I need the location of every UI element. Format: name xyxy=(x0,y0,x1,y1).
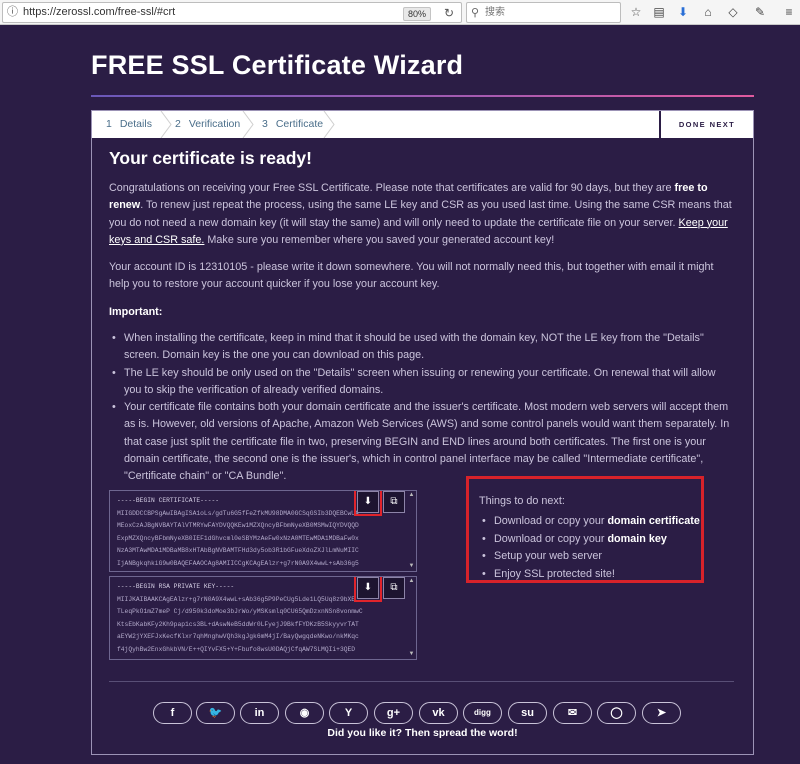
intro-paragraph: Congratulations on receiving your Free S… xyxy=(109,180,734,249)
scroll-down-icon[interactable]: ▼ xyxy=(408,563,415,570)
list-item: Download or copy your domain certificate xyxy=(479,513,700,531)
certificate-line: NzA3MTAwMDA1MDBaMB8xHTAbBgNVBAMTFHd3dy5o… xyxy=(117,547,359,555)
stumbleupon-share-button[interactable]: su xyxy=(508,702,547,724)
key-line: KtsEbKabKFy2Kh9pap1cs3BL+dAswNeB5ddWr0LF… xyxy=(117,620,359,628)
reddit-share-button[interactable]: ◉ xyxy=(285,702,324,724)
whatsapp-share-button[interactable]: ◯ xyxy=(597,702,636,724)
things-to-do-list: Download or copy your domain certificate… xyxy=(479,513,700,584)
step-label: Certificate xyxy=(275,118,324,130)
certificate-line: IjANBgkqhkiG9w0BAQEFAAOCAg8AMIICCgKCAgEA… xyxy=(117,559,359,567)
digg-share-button[interactable]: digg xyxy=(463,702,502,724)
copy-certificate-button[interactable]: ⧉ xyxy=(383,491,405,513)
step-certificate[interactable]: 3 Certificate xyxy=(262,111,323,138)
page-title: FREE SSL Certificate Wizard xyxy=(91,50,464,80)
step-verification[interactable]: 2 Verification xyxy=(175,111,240,138)
step-number: 3 xyxy=(262,118,268,130)
download-certificate-button[interactable]: ⬇ xyxy=(354,491,382,516)
reload-icon[interactable]: ↻ xyxy=(441,6,457,22)
search-box[interactable]: ⚲ xyxy=(466,2,621,23)
intro-text: Congratulations on receiving your Free S… xyxy=(109,182,675,194)
linkedin-share-button[interactable]: in xyxy=(240,702,279,724)
step-details[interactable]: 1 Details xyxy=(106,111,152,138)
email-share-button[interactable]: ✉ xyxy=(553,702,592,724)
wizard-steps: 1 Details 2 Verification 3 Certificate DONE… xyxy=(92,111,753,138)
todo-text: Enjoy SSL protected site! xyxy=(494,568,615,581)
step-separator xyxy=(160,111,172,138)
search-input[interactable] xyxy=(485,5,615,20)
scroll-up-icon[interactable]: ▲ xyxy=(408,492,415,499)
account-id-paragraph: Your account ID is 12310105 - please wri… xyxy=(109,261,714,291)
download-key-button[interactable]: ⬇ xyxy=(354,577,382,602)
certificate-textarea[interactable]: -----BEGIN CERTIFICATE----- MIIGDDCCBPSgA… xyxy=(109,490,417,572)
done-next-button[interactable]: DONE NEXT xyxy=(659,111,753,138)
certificate-line: ExpMZXQncyBFbmNyeXB0IEF1dGhvcml0eSBYMzAe… xyxy=(117,534,359,542)
vk-share-button[interactable]: vk xyxy=(419,702,458,724)
important-label: Important: xyxy=(109,306,163,318)
title-divider xyxy=(91,95,754,97)
list-item: Download or copy your domain key xyxy=(479,531,700,549)
list-item: Your certificate file contains both your… xyxy=(109,399,734,485)
address-bar[interactable]: ⓘ https://zerossl.com/free-ssl/#crt 80% … xyxy=(2,2,462,23)
todo-bold: domain certificate xyxy=(607,515,700,527)
step-number: 1 xyxy=(106,118,112,130)
step-label: Details xyxy=(119,118,152,130)
key-line: aEYW2jYXEFJxKecfKlxr7qhMnghwVQh3kgJgk6mM… xyxy=(117,633,359,641)
reader-icon[interactable]: ▤ xyxy=(651,4,667,20)
step-number: 2 xyxy=(175,118,181,130)
download-icon[interactable]: ⬇ xyxy=(675,4,691,20)
facebook-share-button[interactable]: f xyxy=(153,702,192,724)
scroll-down-icon[interactable]: ▼ xyxy=(408,651,415,658)
star-icon[interactable]: ☆ xyxy=(628,4,644,20)
list-item: Enjoy SSL protected site! xyxy=(479,566,700,584)
things-to-do-title: Things to do next: xyxy=(479,495,565,507)
browser-toolbar: ⓘ https://zerossl.com/free-ssl/#crt 80% … xyxy=(0,0,800,25)
wizard-panel: 1 Details 2 Verification 3 Certificate DONE… xyxy=(91,110,754,755)
todo-text: Download or copy your xyxy=(494,515,608,527)
list-item: The LE key should be only used on the "D… xyxy=(109,365,734,400)
step-separator xyxy=(242,111,254,138)
divider xyxy=(109,681,734,682)
domain-key-textarea[interactable]: -----BEGIN RSA PRIVATE KEY----- MIIJKAIBA… xyxy=(109,576,417,660)
url-text[interactable]: https://zerossl.com/free-ssl/#crt xyxy=(23,6,175,18)
zoom-level-badge[interactable]: 80% xyxy=(403,7,431,21)
googleplus-share-button[interactable]: g+ xyxy=(374,702,413,724)
intro-text: . To renew just repeat the process, usin… xyxy=(109,199,732,229)
search-icon: ⚲ xyxy=(471,7,480,19)
list-item: When installing the certificate, keep in… xyxy=(109,330,734,365)
certificate-ready-heading: Your certificate is ready! xyxy=(109,148,312,168)
key-line: f4jQyhBw2EnxGhkbVN/E++QIYvFX5+Y+Fbufo8ws… xyxy=(117,645,356,653)
extension-icon[interactable]: ✎ xyxy=(752,4,768,20)
step-separator xyxy=(323,111,335,138)
certificate-line: MEoxCzAJBgNVBAYTAlVTMRYwFAYDVQQKEw1MZXQn… xyxy=(117,522,359,530)
home-icon[interactable]: ⌂ xyxy=(700,4,716,20)
share-buttons-row: f 🐦 in ◉ Y g+ vk digg su ✉ ◯ ➤ xyxy=(153,702,693,724)
intro-text: Make sure you remember where you saved y… xyxy=(204,233,555,246)
copy-key-button[interactable]: ⧉ xyxy=(383,577,405,599)
step-label: Verification xyxy=(188,118,241,130)
scroll-up-icon[interactable]: ▲ xyxy=(408,578,415,585)
info-icon[interactable]: ⓘ xyxy=(7,6,20,19)
todo-text: Setup your web server xyxy=(494,550,603,563)
todo-bold: domain key xyxy=(607,532,667,545)
yahoo-share-button[interactable]: Y xyxy=(329,702,368,724)
things-to-do-box: Things to do next: Download or copy your… xyxy=(466,476,704,584)
telegram-share-button[interactable]: ➤ xyxy=(642,702,681,724)
todo-text: Download or copy your xyxy=(494,532,608,545)
list-item: Setup your web server xyxy=(479,548,700,566)
pocket-icon[interactable]: ◇ xyxy=(725,4,741,20)
menu-icon[interactable]: ≡ xyxy=(781,4,797,20)
twitter-share-button[interactable]: 🐦 xyxy=(196,702,235,724)
key-line: TLeqPkO1mZ7meP Cj/d950k3doMoe3bJrWo/yMSK… xyxy=(117,608,363,616)
important-list: When installing the certificate, keep in… xyxy=(109,330,734,486)
share-caption: Did you like it? Then spread the word! xyxy=(327,727,518,739)
